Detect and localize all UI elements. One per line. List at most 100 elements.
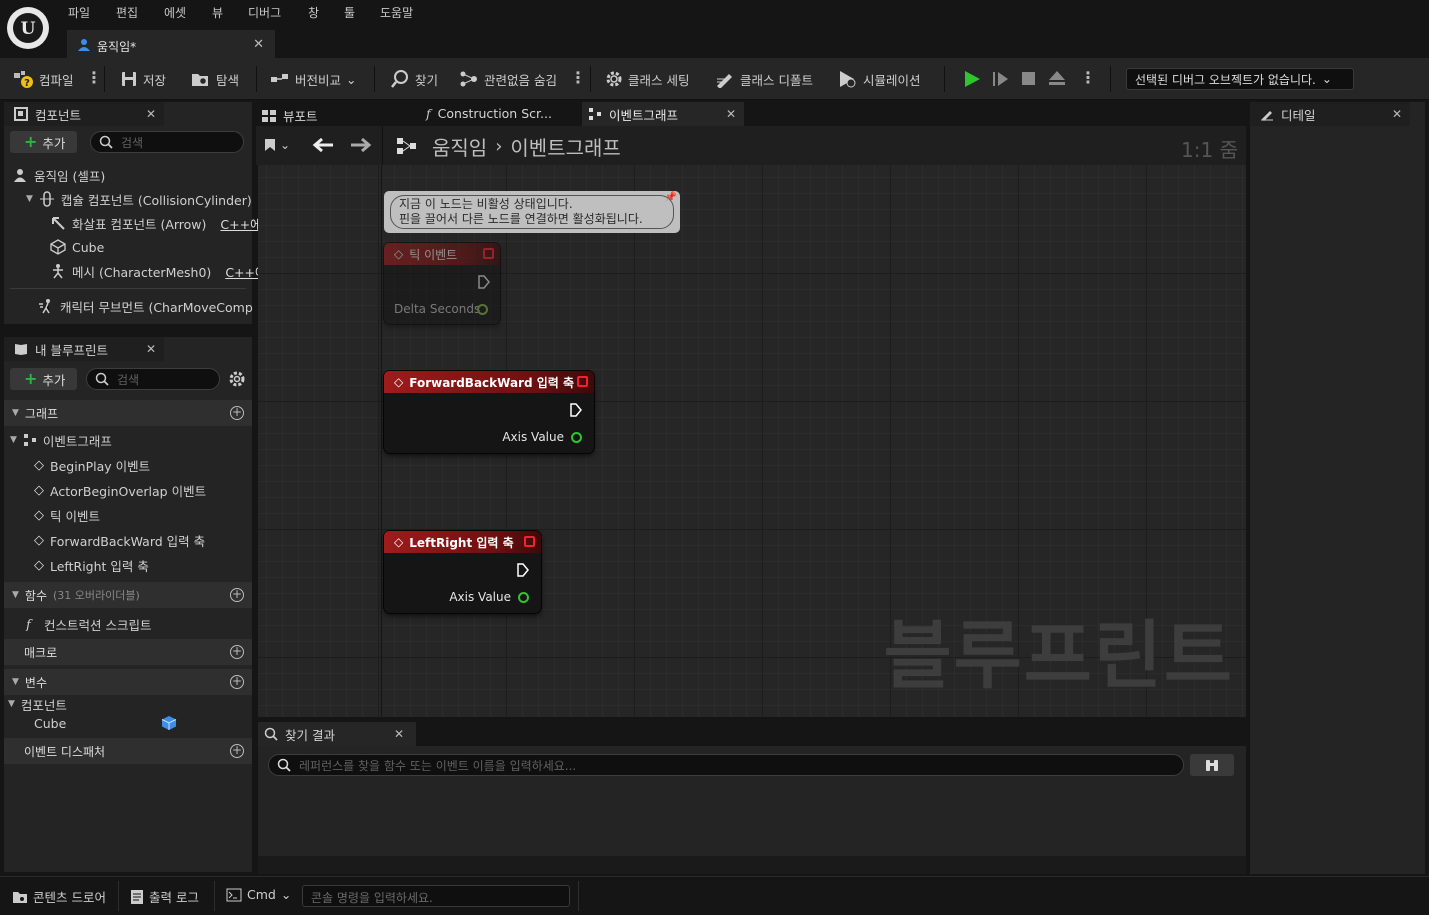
add-function-icon[interactable]: +: [230, 588, 244, 602]
find-button[interactable]: 찾기: [390, 68, 438, 90]
stop-icon[interactable]: [1020, 70, 1038, 88]
step-icon[interactable]: [991, 70, 1011, 88]
add-member-button[interactable]: + 추가: [10, 368, 78, 390]
event-item[interactable]: ◇ ActorBeginOverlap 이벤트: [34, 478, 206, 502]
event-item[interactable]: ◇ ForwardBackWard 입력 축: [34, 528, 205, 552]
component-arrow[interactable]: 화살표 컴포넌트 (Arrow) C++에...: [50, 211, 274, 235]
details-tab[interactable]: 디테일 ✕: [1250, 102, 1410, 126]
unreal-logo-icon[interactable]: U: [7, 7, 49, 49]
close-icon[interactable]: ✕: [146, 107, 156, 121]
tab-event-graph[interactable]: 이벤트그래프 ✕: [582, 102, 744, 126]
forward-backward-axis-node[interactable]: ◇ ForwardBackWard 입력 축 Axis Value: [384, 371, 594, 453]
axis-value-out-pin[interactable]: [518, 592, 529, 603]
exec-out-pin[interactable]: [570, 403, 582, 417]
play-icon[interactable]: [962, 70, 982, 88]
class-settings-button[interactable]: 클래스 세팅: [605, 68, 689, 90]
add-variable-icon[interactable]: +: [230, 675, 244, 689]
compile-button[interactable]: ? 컴파일: [12, 68, 74, 90]
output-log-label: 출력 로그: [149, 890, 199, 905]
close-icon[interactable]: ✕: [146, 342, 156, 356]
add-component-button[interactable]: + 추가: [10, 131, 78, 153]
component-mesh[interactable]: 메시 (CharacterMesh0) C++에/...: [50, 259, 283, 283]
find-results-input[interactable]: 레퍼런스를 찾을 함수 또는 이벤트 이름을 입력하세요...: [268, 754, 1184, 776]
back-arrow-icon[interactable]: [312, 136, 334, 154]
component-char-movement[interactable]: 캐릭터 무브먼트 (CharMoveComp: [38, 294, 253, 318]
add-graph-icon[interactable]: +: [230, 406, 244, 420]
menu-window[interactable]: 창: [308, 4, 319, 21]
menu-bar: U 파일 편집 에셋 뷰 디버그 창 툴 도움말 움직임* ✕: [0, 0, 1429, 58]
construction-script-item[interactable]: f 컨스트럭션 스크립트: [24, 612, 151, 636]
event-graph-canvas[interactable]: 지금 이 노드는 비활성 상태입니다. 핀을 끌어서 다른 노드를 연결하면 활…: [258, 165, 1246, 717]
component-capsule[interactable]: ▼ 캡슐 컴포넌트 (CollisionCylinder): [26, 187, 252, 211]
tab-viewport[interactable]: 뷰포트: [262, 106, 318, 125]
menu-file[interactable]: 파일: [68, 4, 90, 21]
variable-cube[interactable]: Cube: [34, 714, 244, 732]
menu-view[interactable]: 뷰: [212, 4, 223, 21]
tick-event-node[interactable]: ◇ 틱 이벤트 Delta Seconds: [384, 243, 500, 324]
graphs-section[interactable]: ▼ 그래프 +: [4, 400, 252, 426]
class-defaults-button[interactable]: 클래스 디폴트: [715, 68, 813, 90]
event-dispatchers-section[interactable]: 이벤트 디스패처 +: [4, 738, 252, 764]
tab-construction-script[interactable]: f Construction Scr...: [426, 106, 552, 121]
close-icon[interactable]: ✕: [726, 107, 736, 121]
menu-tools[interactable]: 툴: [344, 4, 355, 21]
close-icon[interactable]: ✕: [394, 727, 404, 741]
my-blueprint-tab[interactable]: 내 블루프린트 ✕: [4, 337, 164, 361]
add-macro-icon[interactable]: +: [230, 645, 244, 659]
breadcrumb-root[interactable]: 움직임: [432, 132, 487, 161]
exec-out-pin[interactable]: [478, 275, 490, 289]
graph-options-icon[interactable]: ⋮: [570, 68, 586, 87]
eject-icon[interactable]: [1047, 69, 1067, 87]
document-tab[interactable]: 움직임* ✕: [67, 30, 275, 58]
play-options-icon[interactable]: ⋮: [1080, 68, 1096, 87]
left-right-axis-node[interactable]: ◇ LeftRight 입력 축 Axis Value: [384, 531, 541, 613]
close-icon[interactable]: ✕: [1392, 107, 1402, 121]
output-log-button[interactable]: 출력 로그: [130, 887, 199, 906]
delegate-pin-icon[interactable]: [524, 536, 535, 547]
axis-value-out-pin[interactable]: [571, 432, 582, 443]
event-label: 틱 이벤트: [50, 508, 100, 524]
console-input[interactable]: 콘솔 명령을 입력하세요.: [302, 885, 570, 907]
my-blueprint-search-input[interactable]: 검색: [86, 368, 220, 390]
functions-section[interactable]: ▼ 함수 (31 오버라이더블) +: [4, 582, 252, 608]
components-tab[interactable]: 컴포넌트 ✕: [4, 102, 164, 126]
macros-section[interactable]: 매크로 +: [4, 639, 252, 665]
delegate-pin-icon[interactable]: [577, 376, 588, 387]
menu-debug[interactable]: 디버그: [248, 4, 281, 21]
variables-section[interactable]: ▼ 변수 +: [4, 669, 252, 695]
function-icon: f: [25, 618, 33, 631]
menu-help[interactable]: 도움말: [380, 4, 413, 21]
bookmark-dropdown[interactable]: ⌄: [264, 138, 290, 152]
simulation-button[interactable]: 시뮬레이션: [838, 68, 921, 90]
add-dispatcher-icon[interactable]: +: [230, 744, 244, 758]
debug-object-select[interactable]: 선택된 디버그 오브젝트가 없습니다. ⌄: [1126, 68, 1354, 90]
components-variable-group[interactable]: ▼ 컴포넌트: [8, 695, 67, 713]
menu-edit[interactable]: 편집: [116, 4, 138, 21]
hide-unrelated-icon: [460, 71, 477, 87]
close-icon[interactable]: ✕: [253, 37, 264, 52]
components-search-input[interactable]: 검색: [90, 131, 244, 153]
event-item[interactable]: ◇ LeftRight 입력 축: [34, 553, 149, 577]
find-in-all-blueprints-button[interactable]: [1190, 754, 1234, 776]
settings-gear-icon[interactable]: [228, 370, 246, 388]
component-self[interactable]: 움직임 (셀프): [12, 163, 105, 187]
content-drawer-button[interactable]: 콘텐츠 드로어: [12, 887, 106, 906]
pin-comment-icon[interactable]: 📌: [665, 192, 677, 203]
component-cube[interactable]: Cube: [50, 235, 104, 259]
event-item[interactable]: ◇ BeginPlay 이벤트: [34, 453, 150, 477]
delegate-pin-icon[interactable]: [483, 248, 494, 259]
event-graph-item[interactable]: ▼ 이벤트그래프: [10, 428, 112, 452]
find-results-tab[interactable]: 찾기 결과 ✕: [258, 722, 416, 746]
save-button[interactable]: 저장: [120, 68, 166, 90]
event-item[interactable]: ◇ 틱 이벤트: [34, 503, 100, 527]
blueprint-character-icon: [77, 38, 91, 52]
diff-button[interactable]: 버전비교 ⌄: [270, 68, 357, 90]
float-out-pin[interactable]: [477, 304, 488, 315]
browse-button[interactable]: 탐색: [191, 68, 239, 90]
cmd-dropdown[interactable]: Cmd ⌄: [226, 887, 291, 902]
hide-unrelated-button[interactable]: 관련없음 숨김: [459, 68, 557, 90]
menu-asset[interactable]: 에셋: [164, 4, 186, 21]
forward-arrow-icon[interactable]: [350, 136, 372, 154]
compile-options-icon[interactable]: ⋮: [86, 68, 102, 87]
exec-out-pin[interactable]: [517, 563, 529, 577]
